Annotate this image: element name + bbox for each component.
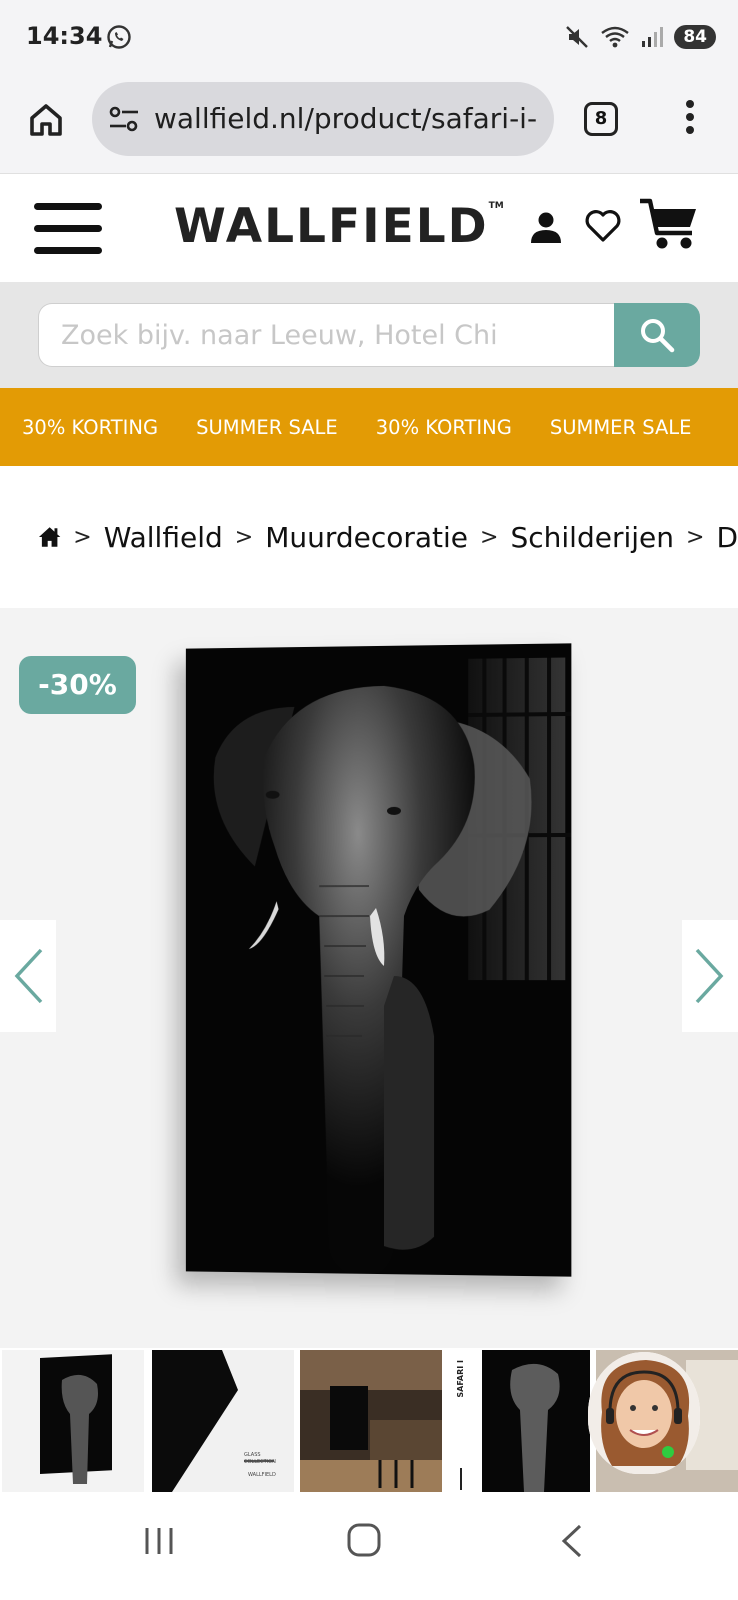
promo-item: 30% KORTING [376,416,512,439]
home-icon[interactable] [38,515,61,559]
tab-switcher-button[interactable]: 8 [584,102,618,136]
thumbnail-image [300,1350,442,1492]
home-nav-icon[interactable] [346,1522,382,1558]
wishlist-heart-icon[interactable] [584,209,622,243]
thumbnail-1[interactable] [2,1350,144,1492]
cart-icon[interactable] [638,195,700,253]
chevron-right-icon [693,946,727,1006]
breadcrumb: > Wallfield > Muurdecoratie > Schilderij… [38,512,738,562]
search-input[interactable] [38,303,618,367]
account-icon[interactable] [528,209,564,245]
promo-item: 30% KORTING [22,416,158,439]
thumbnail-3[interactable] [300,1350,442,1492]
search-area [0,282,738,388]
glass-collection-label: GLASS COLLECTION [244,1452,290,1466]
battery-icon: 84 [674,25,716,49]
signal-icon [640,25,664,49]
breadcrumb-muurdecoratie[interactable]: Muurdecoratie [265,521,468,554]
elephant-artwork [186,643,571,1276]
product-gallery[interactable]: -30% [0,608,738,1348]
support-agent-icon [588,1352,700,1474]
site-settings-icon[interactable] [108,104,140,134]
product-image[interactable] [186,643,571,1276]
thumbnail-image [152,1350,294,1492]
gallery-next-button[interactable] [682,920,738,1032]
chevron-left-icon [11,946,45,1006]
home-icon[interactable] [26,100,66,140]
site-logo[interactable]: WALLFIELDTM [174,199,504,254]
breadcrumb-separator: > [686,525,704,550]
search-button[interactable] [614,303,700,367]
browser-menu-icon[interactable] [684,100,696,140]
discount-badge: -30% [19,656,136,714]
safari-label: SAFARI I [456,1360,465,1398]
promo-banner[interactable]: 30% KORTING SUMMER SALE 30% KORTING SUMM… [0,388,738,466]
breadcrumb-separator: > [480,525,498,550]
status-time: 14:34 [26,22,102,50]
browser-toolbar: wallfield.nl/product/safari-i- 8 [0,76,738,174]
system-navigation-bar [0,1494,738,1600]
status-bar: 14:34 84 [0,0,738,76]
address-bar[interactable]: wallfield.nl/product/safari-i- [92,82,554,156]
promo-item: SUMMER SALE [196,416,338,439]
mute-icon [564,24,590,50]
url-text: wallfield.nl/product/safari-i- [154,102,546,135]
thumbnail-2[interactable]: GLASS COLLECTION WALLFIELD [152,1350,294,1492]
breadcrumb-separator: > [73,525,91,550]
wifi-icon [600,24,630,50]
gallery-prev-button[interactable] [0,920,56,1032]
breadcrumb-separator: > [235,525,253,550]
search-icon [638,316,676,354]
breadcrumb-wallfield[interactable]: Wallfield [104,521,223,554]
recent-apps-icon[interactable] [142,1524,176,1558]
thumbnail-4[interactable]: SAFARI I [448,1350,590,1492]
chat-support-avatar[interactable] [588,1352,700,1474]
thumbnail-image [448,1350,590,1492]
breadcrumb-schilderijen[interactable]: Schilderijen [510,521,674,554]
site-header: WALLFIELDTM [0,175,738,281]
back-nav-icon[interactable] [558,1522,586,1560]
thumbnail-image [2,1350,144,1492]
whatsapp-icon [106,24,132,50]
thumbnail-brand: WALLFIELD [248,1472,276,1478]
promo-item: SUMMER SALE [550,416,692,439]
hamburger-menu-icon[interactable] [34,203,102,255]
breadcrumb-next[interactable]: D [716,521,738,554]
